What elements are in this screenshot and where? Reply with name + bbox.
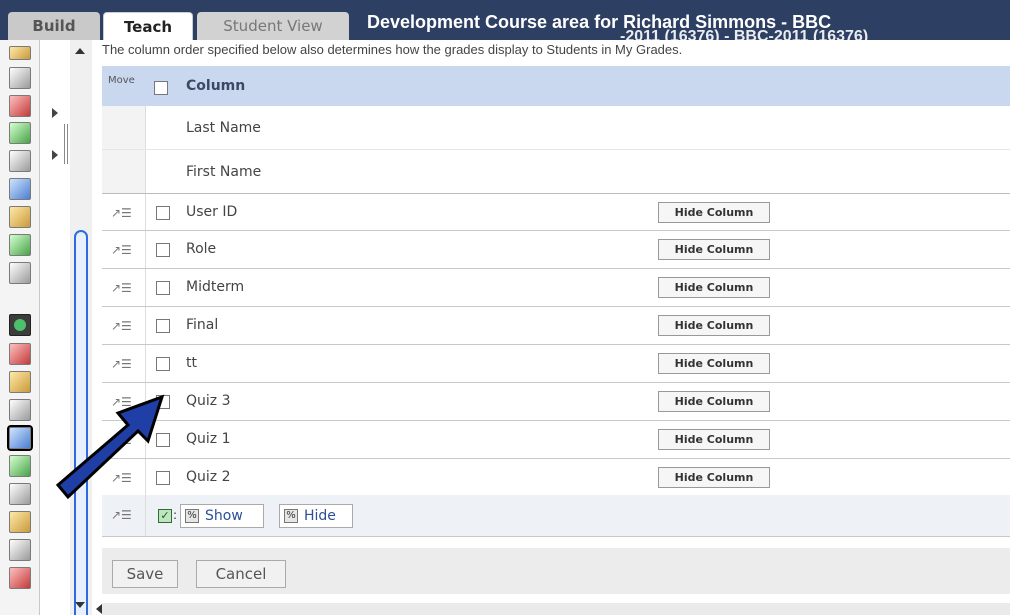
percent-icon: %: [284, 509, 298, 523]
hide-column-button[interactable]: Hide Column: [658, 202, 770, 223]
tools-icon[interactable]: [9, 399, 31, 421]
hide-column-button[interactable]: Hide Column: [658, 315, 770, 336]
hide-column-button[interactable]: Hide Column: [658, 467, 770, 488]
users-icon[interactable]: [9, 206, 31, 228]
move-handle-icon[interactable]: ↗☰: [111, 206, 132, 220]
column-name: tt: [186, 355, 197, 371]
grid-icon[interactable]: [9, 455, 31, 477]
form-footer: Save Cancel: [102, 548, 1010, 594]
column-name: Quiz 1: [186, 431, 231, 447]
fixed-row: First Name: [102, 150, 1010, 194]
row-checkbox[interactable]: [156, 433, 170, 447]
save-button[interactable]: Save: [112, 560, 178, 588]
panel-splitter[interactable]: [40, 40, 70, 615]
document-icon[interactable]: [9, 178, 31, 200]
move-handle-icon[interactable]: ↗☰: [111, 357, 132, 371]
move-handle-icon[interactable]: ↗☰: [111, 395, 132, 409]
hide-column-button[interactable]: Hide Column: [658, 277, 770, 298]
row-checkbox[interactable]: [156, 319, 170, 333]
bulk-action-row: ↗☰ ✓ : % Show % Hide: [102, 495, 1010, 537]
percent-icon: %: [185, 509, 199, 523]
table-row: ↗☰ Quiz 2 Hide Column: [102, 459, 1010, 497]
tab-student-view[interactable]: Student View: [197, 12, 349, 40]
scroll-up-icon[interactable]: [75, 48, 85, 54]
intro-text: The column order specified below also de…: [102, 42, 683, 57]
move-handle-icon[interactable]: ↗☰: [111, 433, 132, 447]
top-bar: Build Teach Student View Development Cou…: [0, 0, 1010, 45]
column-header: Column: [186, 78, 246, 94]
column-name: Final: [186, 317, 219, 333]
gradebook-icon[interactable]: [7, 425, 33, 451]
column-name: Quiz 2: [186, 469, 231, 485]
move-handle-icon[interactable]: ↗☰: [111, 471, 132, 485]
expand-arrow-icon[interactable]: [52, 150, 58, 160]
main-content: The column order specified below also de…: [102, 40, 1010, 615]
column-name: Last Name: [186, 120, 261, 136]
row-checkbox[interactable]: [156, 206, 170, 220]
table-row: ↗☰ Midterm Hide Column: [102, 269, 1010, 307]
mail-icon[interactable]: [9, 150, 31, 172]
toolbar-icon-1[interactable]: [9, 46, 31, 60]
chart-icon[interactable]: [9, 511, 31, 533]
scroll-thumb[interactable]: [74, 230, 88, 615]
hide-button[interactable]: % Hide: [279, 504, 353, 528]
hide-column-button[interactable]: Hide Column: [658, 353, 770, 374]
hourglass-icon[interactable]: [9, 539, 31, 561]
move-handle-icon: ↗☰: [111, 508, 132, 522]
move-handle-icon[interactable]: ↗☰: [111, 281, 132, 295]
tab-teach[interactable]: Teach: [103, 12, 193, 40]
row-checkbox[interactable]: [156, 243, 170, 257]
pencil-icon[interactable]: [9, 483, 31, 505]
search-icon[interactable]: [9, 262, 31, 284]
table-row: ↗☰ tt Hide Column: [102, 345, 1010, 383]
move-handle-icon[interactable]: ↗☰: [111, 319, 132, 333]
splitter-grip-icon[interactable]: [64, 124, 68, 164]
table-row: ↗☰ Final Hide Column: [102, 307, 1010, 345]
fixed-row: Last Name: [102, 106, 1010, 150]
select-all-checkbox[interactable]: [154, 81, 168, 95]
hide-button-label: Hide: [304, 508, 336, 524]
column-name: First Name: [186, 164, 262, 180]
hide-column-button[interactable]: Hide Column: [658, 239, 770, 260]
row-checkbox[interactable]: [156, 357, 170, 371]
vertical-scrollbar[interactable]: [70, 40, 92, 615]
clock-icon[interactable]: [9, 371, 31, 393]
add-page-icon[interactable]: [9, 122, 31, 144]
row-checkbox[interactable]: [156, 395, 170, 409]
expand-arrow-icon[interactable]: [52, 108, 58, 118]
column-name: User ID: [186, 204, 238, 220]
move-header: Move: [108, 75, 135, 86]
table-row: ↗☰ Quiz 1 Hide Column: [102, 421, 1010, 459]
check-all-icon[interactable]: ✓: [158, 509, 172, 523]
horizontal-scrollbar[interactable]: [102, 603, 1010, 615]
row-checkbox[interactable]: [156, 281, 170, 295]
left-toolbar: [0, 40, 40, 615]
row-checkbox[interactable]: [156, 471, 170, 485]
pin-icon[interactable]: [9, 67, 31, 89]
tab-build[interactable]: Build: [8, 12, 100, 40]
table-row: ↗☰ Role Hide Column: [102, 231, 1010, 269]
column-table-header: Move Column: [102, 66, 1010, 106]
column-name: Midterm: [186, 279, 245, 295]
scroll-down-icon[interactable]: [75, 602, 85, 608]
hide-column-button[interactable]: Hide Column: [658, 429, 770, 450]
folder-icon[interactable]: [9, 95, 31, 117]
table-row: ↗☰ User ID Hide Column: [102, 193, 1010, 231]
table-row: ↗☰ Quiz 3 Hide Column: [102, 383, 1010, 421]
column-name: Quiz 3: [186, 393, 231, 409]
hide-column-button[interactable]: Hide Column: [658, 391, 770, 412]
show-button[interactable]: % Show: [180, 504, 264, 528]
cube-icon[interactable]: [9, 343, 31, 365]
move-handle-icon[interactable]: ↗☰: [111, 243, 132, 257]
column-name: Role: [186, 241, 217, 257]
show-button-label: Show: [205, 508, 243, 524]
stack-icon[interactable]: [9, 567, 31, 589]
cancel-button[interactable]: Cancel: [196, 560, 286, 588]
scorm-icon[interactable]: [9, 234, 31, 256]
up-circle-icon[interactable]: [9, 314, 31, 336]
